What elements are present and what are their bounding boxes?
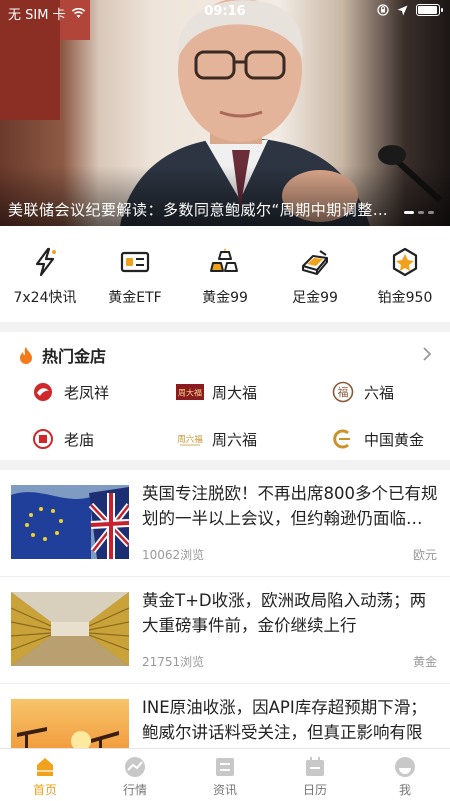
quick-link-label: 黄金ETF — [108, 290, 162, 306]
news-icon — [216, 758, 234, 776]
news-view-count: 21751浏览 — [142, 655, 205, 669]
news-view-count: 10062浏览 — [142, 548, 205, 562]
platinum-hexagon-icon — [392, 247, 418, 277]
quick-link-fine-gold-99[interactable]: 足金99 — [270, 226, 360, 322]
tab-label: 资讯 — [212, 783, 237, 797]
news-list: 英国专注脱欧！不再出席800多个已有规划的一半以上会议，但约翰逊仍面临压力 10… — [0, 470, 450, 748]
tab-label: 首页 — [32, 783, 57, 797]
location-arrow-icon — [397, 5, 408, 15]
zhouliufu-logo-text: 周六福 — [177, 434, 203, 445]
tab-label: 日历 — [302, 783, 327, 797]
news-tag: 黄金 — [412, 655, 437, 669]
store-liufu[interactable]: 福 六福 — [330, 377, 394, 407]
news-headline: 英国专注脱欧！不再出席800多个已有规划的一半以上会议，但约翰逊仍面临压力 — [142, 484, 438, 528]
banner-dot — [418, 211, 424, 214]
quick-link-label: 7x24快讯 — [13, 290, 77, 306]
news-thumbnail — [11, 592, 129, 666]
news-item[interactable]: 黄金T+D收涨，欧洲政局陷入动荡；两大重磅事件前，金价继续上行 21751浏览 … — [0, 577, 450, 684]
store-name: 老凤祥 — [64, 383, 110, 402]
store-zhoudafu[interactable]: 周大福 周大福 — [176, 377, 257, 407]
tab-label: 行情 — [122, 783, 147, 797]
tab-market[interactable]: 行情 — [90, 749, 180, 801]
flame-icon — [20, 347, 32, 364]
tab-profile[interactable]: 我 — [360, 749, 450, 801]
store-name: 周大福 — [212, 383, 258, 402]
news-thumbnail — [11, 699, 129, 748]
quick-links: 7x24快讯 黄金ETF 黄金99 足金99 铂金950 — [0, 226, 450, 322]
news-headline: INE原油收涨，因API库存超预期下滑；鲍威尔讲话料受关注，但真正影响有限 — [142, 698, 427, 742]
banner-dot — [404, 211, 414, 214]
news-thumbnail — [11, 485, 129, 559]
etf-card-icon — [120, 251, 150, 273]
store-name: 周六福 — [212, 430, 258, 449]
market-chart-icon — [125, 757, 145, 777]
banner-pagination — [404, 211, 434, 214]
chevron-right-icon[interactable] — [422, 346, 432, 362]
tab-calendar[interactable]: 日历 — [270, 749, 360, 801]
store-name: 中国黄金 — [364, 430, 425, 449]
store-laofengxiang[interactable]: 老凤祥 — [30, 377, 109, 407]
zhoudafu-logo-text: 周大福 — [178, 388, 202, 398]
quick-link-gold-etf[interactable]: 黄金ETF — [90, 226, 180, 322]
banner-dot — [428, 211, 434, 214]
news-item[interactable]: INE原油收涨，因API库存超预期下滑；鲍威尔讲话料受关注，但真正影响有限 — [0, 684, 450, 748]
tab-home[interactable]: 首页 — [0, 749, 90, 801]
status-bar: 无 SIM 卡 09:16 — [0, 0, 450, 24]
banner-caption[interactable]: 美联储会议纪要解读：多数同意鲍威尔“周期中期调整”说法 — [8, 199, 388, 220]
gold-stack-icon — [210, 248, 238, 272]
store-laomiao[interactable]: 老庙 — [30, 424, 94, 454]
zhoudafu-logo: 周大福 — [176, 381, 204, 403]
news-tag: 欧元 — [412, 548, 437, 562]
news-item[interactable]: 英国专注脱欧！不再出席800多个已有规划的一半以上会议，但约翰逊仍面临压力 10… — [0, 470, 450, 577]
laofengxiang-logo — [30, 381, 56, 403]
home-icon — [37, 758, 53, 776]
liufu-logo: 福 — [330, 381, 356, 403]
quick-link-flash-news[interactable]: 7x24快讯 — [0, 226, 90, 322]
gold-bar-icon — [302, 250, 328, 275]
liufu-logo-text: 福 — [338, 385, 349, 399]
tab-news[interactable]: 资讯 — [180, 749, 270, 801]
store-zhouliufu[interactable]: 周六福 周六福 — [176, 424, 257, 454]
quick-link-platinum-950[interactable]: 铂金950 — [360, 226, 450, 322]
hot-stores-title: 热门金店 — [42, 347, 107, 366]
quick-link-label: 黄金99 — [202, 290, 248, 306]
quick-link-label: 铂金950 — [377, 290, 433, 306]
quick-link-gold-99[interactable]: 黄金99 — [180, 226, 270, 322]
quick-link-label: 足金99 — [292, 290, 338, 306]
hero-banner[interactable]: 美联储会议纪要解读：多数同意鲍威尔“周期中期调整”说法 — [0, 0, 450, 226]
calendar-icon — [306, 757, 324, 776]
hot-stores-header[interactable]: 热门金店 — [18, 342, 436, 368]
laomiao-logo — [30, 428, 56, 450]
store-name: 六福 — [364, 383, 395, 402]
china-gold-logo — [330, 428, 356, 450]
profile-icon — [395, 757, 415, 777]
tab-label: 我 — [398, 783, 411, 797]
battery-icon — [416, 4, 443, 16]
lightning-icon — [35, 247, 56, 277]
store-china-gold[interactable]: 中国黄金 — [330, 424, 424, 454]
news-headline: 黄金T+D收涨，欧洲政局陷入动荡；两大重磅事件前，金价继续上行 — [142, 591, 427, 635]
tab-bar: 首页 行情 资讯 日历 我 — [0, 748, 450, 801]
store-name: 老庙 — [64, 430, 95, 449]
zhouliufu-logo: 周六福 — [176, 428, 204, 450]
hot-stores-section: 热门金店 老凤祥 周大福 周大福 福 六福 老庙 周六福 周六福 中国黄金 — [0, 332, 450, 460]
orientation-lock-icon — [377, 4, 389, 16]
